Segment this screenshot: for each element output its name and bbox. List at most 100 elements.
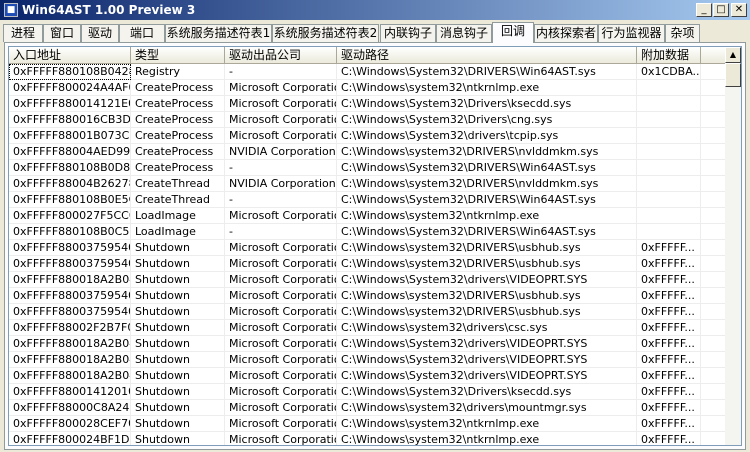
table-row[interactable]: 0xFFFFF880018A2B04 Shutdown Microsoft Corp… <box>9 336 729 352</box>
table-row[interactable]: 0xFFFFF800024A4AF0 CreateProcess Microsoft… <box>9 80 729 96</box>
table-row[interactable]: 0xFFFFF88001B073C0 CreateProcess Microsoft… <box>9 128 729 144</box>
table-cell: Shutdown <box>131 416 225 432</box>
table-cell: 0xFFFFF... <box>637 336 701 352</box>
column-header-3[interactable]: 驱动路径 <box>337 47 637 64</box>
column-header-4[interactable]: 附加数据 <box>637 47 701 64</box>
tab-6[interactable]: 内联钩子 <box>380 24 436 42</box>
main-window: ■ Win64AST 1.00 Preview 3 _ □ ✕ 进程 窗口 驱动 端口… <box>0 0 750 452</box>
table-cell: 0xFFFFF88004B26278 <box>9 176 131 192</box>
table-cell: 0xFFFFF88004AED990 <box>9 144 131 160</box>
table-row[interactable]: 0xFFFFF88003759540 Shutdown Microsoft Corp… <box>9 288 729 304</box>
table-cell: Microsoft Corporation <box>225 320 337 336</box>
table-cell: C:\Windows\System32\DRIVERS\Win64AST.sys <box>337 192 637 208</box>
table-row[interactable]: 0xFFFFF88004AED990 CreateProcess NVIDIA Co… <box>9 144 729 160</box>
table-cell: C:\Windows\System32\Drivers\ksecdd.sys <box>337 384 637 400</box>
table-cell: 0xFFFFF880014121E0 <box>9 96 131 112</box>
table-row[interactable]: 0xFFFFF880108B0C58 LoadImage - C:\Windows\S… <box>9 224 729 240</box>
table-row[interactable]: 0xFFFFF880016CB3D0 CreateProcess Microsoft… <box>9 112 729 128</box>
table-cell: 0xFFFFF880018A2B04 <box>9 368 131 384</box>
close-icon[interactable]: ✕ <box>731 3 747 17</box>
table-cell <box>637 208 701 224</box>
tab-8[interactable]: 回调 <box>492 22 534 43</box>
table-cell: Microsoft Corporation <box>225 208 337 224</box>
table-cell: - <box>225 160 337 176</box>
table-row[interactable]: 0xFFFFF88002F2B7F0 Shutdown Microsoft Corp… <box>9 320 729 336</box>
table-cell <box>637 144 701 160</box>
table-cell: 0xFFFFF800024A4AF0 <box>9 80 131 96</box>
table-row[interactable]: 0xFFFFF800028CEF70 Shutdown Microsoft Corp… <box>9 416 729 432</box>
table-cell: 0xFFFFF88000C8A248 <box>9 400 131 416</box>
table-cell: 0xFFFFF800027F5CC0 <box>9 208 131 224</box>
table-cell: C:\Windows\system32\DRIVERS\usbhub.sys <box>337 240 637 256</box>
table-row[interactable]: 0xFFFFF88004B26278 CreateThread NVIDIA Cor… <box>9 176 729 192</box>
table-cell <box>637 128 701 144</box>
column-header-0[interactable]: 入口地址 <box>9 47 131 64</box>
table-cell: 0xFFFFF88003759540 <box>9 304 131 320</box>
table-cell: 0xFFFFF88003759540 <box>9 288 131 304</box>
table-row[interactable]: 0xFFFFF88003759540 Shutdown Microsoft Corp… <box>9 256 729 272</box>
table-row[interactable]: 0xFFFFF800027F5CC0 LoadImage Microsoft Cor… <box>9 208 729 224</box>
table-cell: CreateProcess <box>131 112 225 128</box>
table-cell: 0xFFFFF... <box>637 368 701 384</box>
table-row[interactable]: 0xFFFFF88003759540 Shutdown Microsoft Corp… <box>9 304 729 320</box>
title-bar[interactable]: ■ Win64AST 1.00 Preview 3 _ □ ✕ <box>0 0 750 20</box>
table-cell <box>637 160 701 176</box>
vertical-scrollbar[interactable]: ▲ <box>725 47 741 445</box>
tab-5[interactable]: 系统服务描述符表2 <box>272 24 379 42</box>
table-cell: Microsoft Corporation <box>225 304 337 320</box>
table-cell: - <box>225 224 337 240</box>
table-cell: C:\Windows\System32\DRIVERS\Win64AST.sys <box>337 64 637 80</box>
table-cell: C:\Windows\System32\drivers\VIDEOPRT.SYS <box>337 272 637 288</box>
table-cell: Shutdown <box>131 352 225 368</box>
table-cell: 0xFFFFF88002F2B7F0 <box>9 320 131 336</box>
arrow-up-icon[interactable]: ▲ <box>725 47 741 63</box>
maximize-icon[interactable]: □ <box>713 3 729 17</box>
table-cell: Microsoft Corporation <box>225 80 337 96</box>
table-cell <box>637 80 701 96</box>
minimize-icon[interactable]: _ <box>696 3 712 17</box>
table-cell: Shutdown <box>131 288 225 304</box>
column-header-2[interactable]: 驱动出品公司 <box>225 47 337 64</box>
table-cell: C:\Windows\System32\DRIVERS\Win64AST.sys <box>337 224 637 240</box>
tab-9[interactable]: 内核探索者 <box>534 24 598 42</box>
table-cell: 0xFFFFF880108B0E5C <box>9 192 131 208</box>
table-row[interactable]: 0xFFFFF88003759540 Shutdown Microsoft Corp… <box>9 240 729 256</box>
table-row[interactable]: 0xFFFFF880014121E0 CreateProcess Microsoft… <box>9 96 729 112</box>
table-cell: Shutdown <box>131 336 225 352</box>
table-cell: 0xFFFFF880018A2B04 <box>9 272 131 288</box>
table-cell: 0xFFFFF88003759540 <box>9 240 131 256</box>
tab-11[interactable]: 杂项 <box>665 24 700 42</box>
table-cell: C:\Windows\System32\drivers\VIDEOPRT.SYS <box>337 336 637 352</box>
table-cell: Shutdown <box>131 320 225 336</box>
table-cell: C:\Windows\system32\ntkrnlmp.exe <box>337 208 637 224</box>
table-cell: 0xFFFFF880108B0D80 <box>9 160 131 176</box>
table-cell: 0xFFFFF880018A2B04 <box>9 352 131 368</box>
tab-4[interactable]: 系统服务描述符表1 <box>165 24 272 42</box>
tab-10[interactable]: 行为监视器 <box>598 24 665 42</box>
tab-0[interactable]: 进程 <box>3 24 43 42</box>
table-cell: 0xFFFFF800024BF1D4 <box>9 432 131 445</box>
table-row[interactable]: 0xFFFFF880018A2B04 Shutdown Microsoft Corp… <box>9 272 729 288</box>
table-row[interactable]: 0xFFFFF880108B0428 Registry - C:\Windows\Sy… <box>9 64 729 80</box>
table-row[interactable]: 0xFFFFF88001412010 Shutdown Microsoft Corp… <box>9 384 729 400</box>
tab-7[interactable]: 消息钩子 <box>436 24 492 42</box>
table-row[interactable]: 0xFFFFF880018A2B04 Shutdown Microsoft Corp… <box>9 368 729 384</box>
table-row[interactable]: 0xFFFFF800024BF1D4 Shutdown Microsoft Corp… <box>9 432 729 445</box>
table-row[interactable]: 0xFFFFF880108B0E5C CreateThread - C:\Window… <box>9 192 729 208</box>
table-cell: 0xFFFFF... <box>637 352 701 368</box>
tab-3[interactable]: 端口 <box>119 24 165 42</box>
tab-2[interactable]: 驱动 <box>81 24 119 42</box>
callback-list[interactable]: 入口地址 类型 驱动出品公司 驱动路径 附加数据 0xFFFFF880108B0428 R… <box>8 46 742 446</box>
column-header-1[interactable]: 类型 <box>131 47 225 64</box>
table-cell: Shutdown <box>131 432 225 445</box>
table-row[interactable]: 0xFFFFF88000C8A248 Shutdown Microsoft Corp… <box>9 400 729 416</box>
table-cell: C:\Windows\system32\DRIVERS\nvlddmkm.sys <box>337 176 637 192</box>
table-cell: Microsoft Corporation <box>225 128 337 144</box>
table-cell: Shutdown <box>131 368 225 384</box>
table-cell: NVIDIA Corporation <box>225 144 337 160</box>
tab-1[interactable]: 窗口 <box>43 24 81 42</box>
table-row[interactable]: 0xFFFFF880018A2B04 Shutdown Microsoft Corp… <box>9 352 729 368</box>
table-cell: C:\Windows\system32\ntkrnlmp.exe <box>337 432 637 445</box>
table-row[interactable]: 0xFFFFF880108B0D80 CreateProcess - C:\Windo… <box>9 160 729 176</box>
scroll-thumb[interactable] <box>725 63 741 87</box>
